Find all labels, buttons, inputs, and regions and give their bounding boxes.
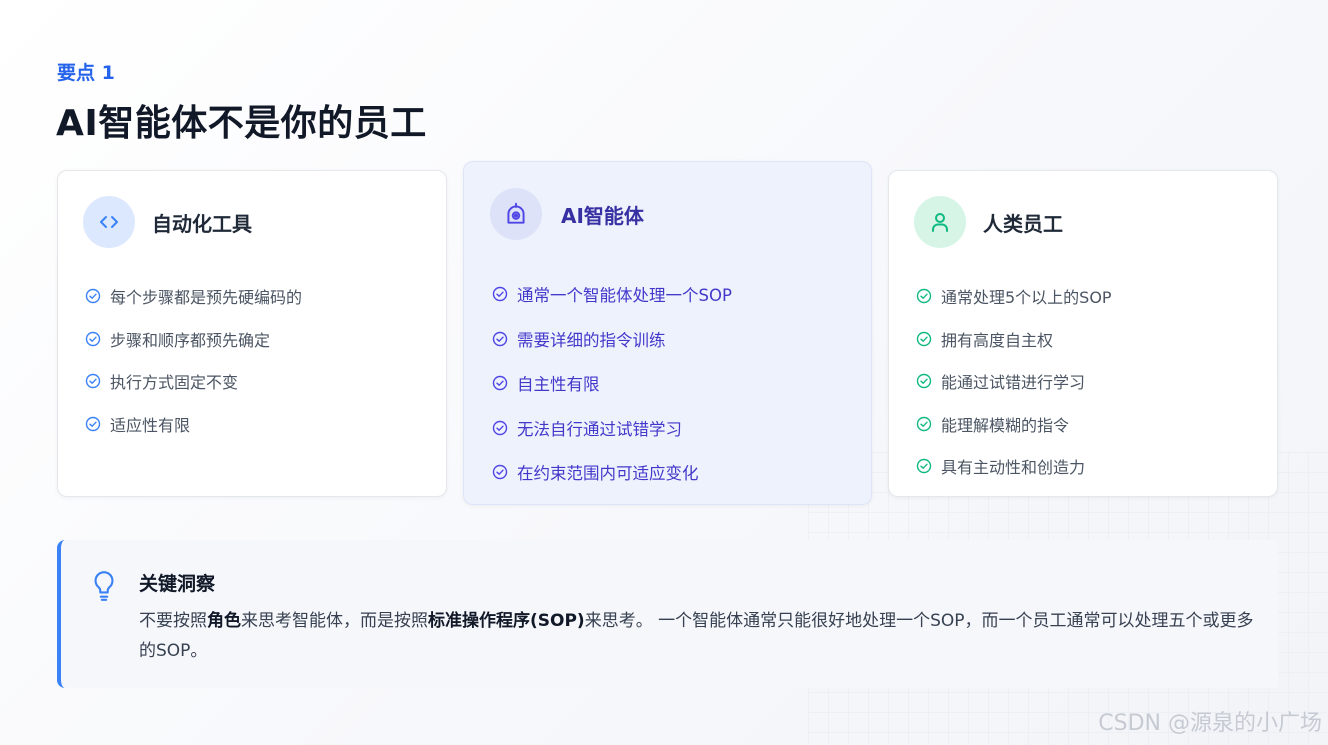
list-item-text: 步骤和顺序都预先确定 <box>110 330 271 350</box>
page-title: AI智能体不是你的员工 <box>56 103 427 144</box>
card-header: 自动化工具 <box>83 196 252 248</box>
check-circle-icon <box>492 465 508 480</box>
insight-text: 不要按照角色来思考智能体，而是按照标准操作程序(SOP)来思考。 一个智能体通常… <box>139 606 1259 666</box>
list-item: 具有主动性和创造力 <box>916 445 1112 488</box>
check-circle-icon <box>916 331 932 346</box>
list-item: 能通过试错进行学习 <box>916 360 1112 403</box>
card-title: 人类员工 <box>983 211 1063 236</box>
list-item-text: 通常一个智能体处理一个SOP <box>517 286 732 306</box>
list-item: 无法自行通过试错学习 <box>492 406 732 451</box>
list-item-text: 通常处理5个以上的SOP <box>941 288 1112 308</box>
list-item: 能理解模糊的指令 <box>916 403 1112 446</box>
check-circle-icon <box>916 289 932 304</box>
check-circle-icon <box>492 287 508 302</box>
check-circle-icon <box>916 374 932 389</box>
list-item: 步骤和顺序都预先确定 <box>85 318 302 361</box>
check-circle-icon <box>85 331 101 346</box>
list-item-text: 自主性有限 <box>517 375 600 395</box>
list-item-text: 具有主动性和创造力 <box>941 458 1086 478</box>
key-insight-box: 关键洞察 不要按照角色来思考智能体，而是按照标准操作程序(SOP)来思考。 一个… <box>57 540 1278 688</box>
check-circle-icon <box>85 374 101 389</box>
list-item-text: 能理解模糊的指令 <box>941 415 1070 435</box>
user-icon <box>914 196 966 248</box>
insight-text-part: 不要按照 <box>139 611 207 631</box>
lightbulb-icon <box>94 571 114 601</box>
insight-text-part: 来思考智能体，而是按照 <box>241 611 428 631</box>
feature-list: 每个步骤都是预先硬编码的 步骤和顺序都预先确定 执行方式固定不变 适应性有限 <box>85 275 302 445</box>
list-item-text: 能通过试错进行学习 <box>941 373 1086 393</box>
insight-title: 关键洞察 <box>139 573 216 595</box>
check-circle-icon <box>85 416 101 431</box>
insight-emphasis: 标准操作程序(SOP) <box>428 611 585 631</box>
card-ai-agent: AI智能体 通常一个智能体处理一个SOP 需要详细的指令训练 自主性有限 无法自… <box>463 161 872 505</box>
list-item-text: 拥有高度自主权 <box>941 330 1054 350</box>
check-circle-icon <box>916 459 932 474</box>
card-title: 自动化工具 <box>152 211 252 236</box>
list-item-text: 在约束范围内可适应变化 <box>517 464 699 484</box>
check-circle-icon <box>492 376 508 391</box>
list-item-text: 适应性有限 <box>110 415 191 435</box>
list-item: 在约束范围内可适应变化 <box>492 450 732 495</box>
list-item: 执行方式固定不变 <box>85 360 302 403</box>
card-header: 人类员工 <box>914 196 1063 248</box>
robot-icon <box>490 188 542 240</box>
card-automation-tool: 自动化工具 每个步骤都是预先硬编码的 步骤和顺序都预先确定 执行方式固定不变 适… <box>57 170 447 497</box>
code-icon <box>83 196 135 248</box>
list-item-text: 执行方式固定不变 <box>110 373 239 393</box>
list-item-text: 无法自行通过试错学习 <box>517 419 682 439</box>
check-circle-icon <box>916 416 932 431</box>
list-item: 通常处理5个以上的SOP <box>916 275 1112 318</box>
list-item: 拥有高度自主权 <box>916 318 1112 361</box>
list-item: 适应性有限 <box>85 403 302 446</box>
list-item: 需要详细的指令训练 <box>492 317 732 362</box>
list-item: 每个步骤都是预先硬编码的 <box>85 275 302 318</box>
list-item-text: 需要详细的指令训练 <box>517 330 666 350</box>
insight-emphasis: 角色 <box>207 611 241 631</box>
check-circle-icon <box>492 331 508 346</box>
feature-list: 通常处理5个以上的SOP 拥有高度自主权 能通过试错进行学习 能理解模糊的指令 … <box>916 275 1112 488</box>
card-title: AI智能体 <box>561 203 644 228</box>
list-item: 自主性有限 <box>492 361 732 406</box>
watermark: CSDN @源泉的小广场 <box>1098 711 1322 736</box>
list-item-text: 每个步骤都是预先硬编码的 <box>110 288 303 308</box>
card-human-employee: 人类员工 通常处理5个以上的SOP 拥有高度自主权 能通过试错进行学习 能理解模… <box>888 170 1278 497</box>
eyebrow-label: 要点 1 <box>57 62 115 84</box>
card-header: AI智能体 <box>490 188 644 240</box>
feature-list: 通常一个智能体处理一个SOP 需要详细的指令训练 自主性有限 无法自行通过试错学… <box>492 272 732 495</box>
list-item: 通常一个智能体处理一个SOP <box>492 272 732 317</box>
check-circle-icon <box>85 289 101 304</box>
check-circle-icon <box>492 420 508 435</box>
